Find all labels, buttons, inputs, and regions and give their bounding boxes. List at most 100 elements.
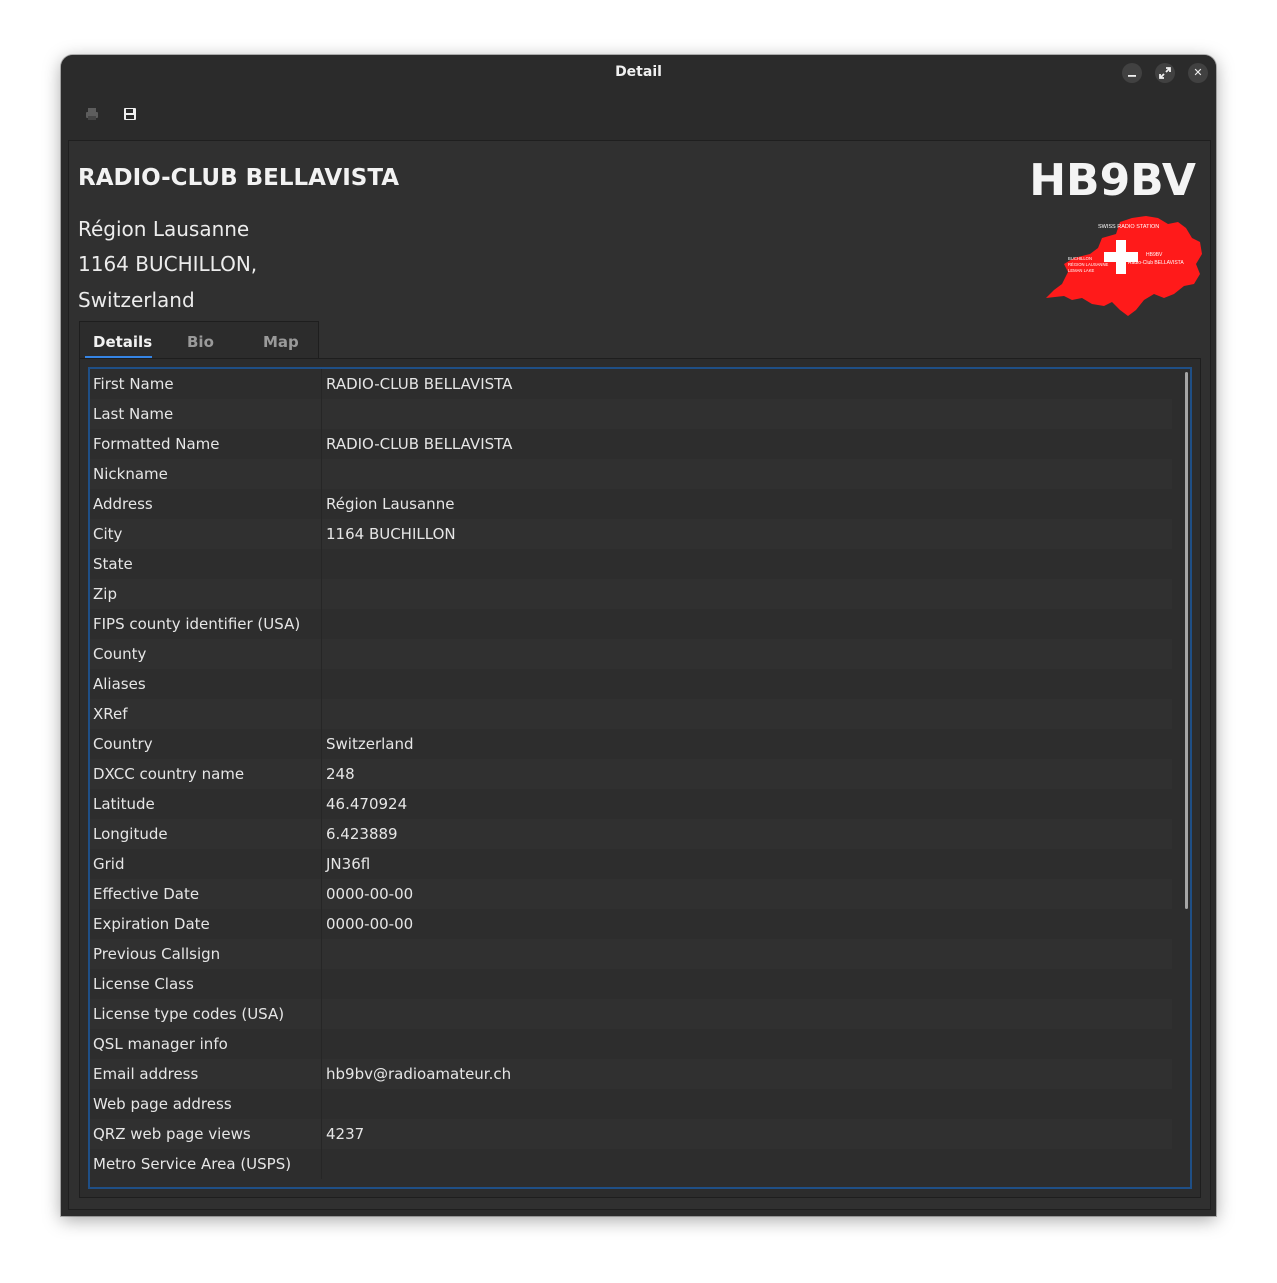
- column-divider: [321, 1059, 322, 1089]
- station-country: Switzerland: [78, 288, 195, 312]
- column-divider: [321, 459, 322, 489]
- tab-details[interactable]: Details: [93, 333, 152, 351]
- table-row[interactable]: Last Name: [90, 399, 1172, 429]
- detail-key: QRZ web page views: [93, 1125, 251, 1143]
- table-row[interactable]: Expiration Date 0000-00-00: [90, 909, 1172, 939]
- column-divider: [321, 999, 322, 1029]
- detail-key: Latitude: [93, 795, 155, 813]
- station-city: 1164 BUCHILLON,: [78, 252, 258, 276]
- column-divider: [321, 549, 322, 579]
- detail-value: 4237: [326, 1125, 365, 1143]
- table-row[interactable]: Metro Service Area (USPS): [90, 1149, 1172, 1179]
- column-divider: [321, 1029, 322, 1059]
- svg-text:RÉGION LAUSANNE: RÉGION LAUSANNE: [1068, 262, 1108, 267]
- column-divider: [321, 699, 322, 729]
- detail-key: Email address: [93, 1065, 199, 1083]
- column-divider: [321, 939, 322, 969]
- column-divider: [321, 639, 322, 669]
- table-row[interactable]: QSL manager info: [90, 1029, 1172, 1059]
- maximize-icon: [1159, 67, 1171, 79]
- scrollbar[interactable]: [1185, 372, 1188, 909]
- svg-text:Radio-Club BELLAVISTA: Radio-Club BELLAVISTA: [1128, 260, 1184, 266]
- detail-key: Address: [93, 495, 153, 513]
- svg-text:HB9BV: HB9BV: [1146, 252, 1163, 258]
- table-row[interactable]: Grid JN36fl: [90, 849, 1172, 879]
- table-row[interactable]: Zip: [90, 579, 1172, 609]
- detail-key: License Class: [93, 975, 194, 993]
- details-panel: Metro Service Area (USPS) QRZ web page vi…: [79, 358, 1201, 1198]
- detail-key: Longitude: [93, 825, 168, 843]
- station-address: Région Lausanne: [78, 217, 250, 241]
- table-row[interactable]: Longitude 6.423889: [90, 819, 1172, 849]
- details-list[interactable]: Metro Service Area (USPS) QRZ web page vi…: [88, 367, 1192, 1189]
- table-row[interactable]: Formatted Name RADIO-CLUB BELLAVISTA: [90, 429, 1172, 459]
- column-divider: [321, 519, 322, 549]
- detail-value: 248: [326, 765, 355, 783]
- detail-key: Grid: [93, 855, 125, 873]
- detail-key: Effective Date: [93, 885, 200, 903]
- table-row[interactable]: Address Région Lausanne: [90, 489, 1172, 519]
- column-divider: [321, 489, 322, 519]
- detail-key: Expiration Date: [93, 915, 210, 933]
- svg-text:BUCHILLON: BUCHILLON: [1068, 256, 1092, 261]
- table-row[interactable]: QRZ web page views 4237: [90, 1119, 1172, 1149]
- maximize-button[interactable]: [1155, 63, 1175, 83]
- station-logo-image: SWISS RADIO STATION HB9BV Radio-Club BEL…: [1046, 216, 1202, 316]
- window-title: Detail: [615, 64, 662, 80]
- table-row[interactable]: Latitude 46.470924: [90, 789, 1172, 819]
- column-divider: [321, 849, 322, 879]
- tab-map[interactable]: Map: [263, 333, 299, 351]
- title-bar[interactable]: Detail ✕: [61, 55, 1216, 91]
- tab-bar: Details Bio Map: [79, 321, 319, 359]
- detail-value: JN36fl: [326, 855, 371, 873]
- detail-key: XRef: [93, 705, 128, 723]
- table-row[interactable]: City 1164 BUCHILLON: [90, 519, 1172, 549]
- detail-value: 6.423889: [326, 825, 398, 843]
- column-divider: [321, 1149, 322, 1179]
- print-icon[interactable]: [84, 106, 100, 122]
- table-row[interactable]: FIPS county identifier (USA): [90, 609, 1172, 639]
- table-row[interactable]: XRef: [90, 699, 1172, 729]
- toolbar: [61, 91, 1216, 139]
- table-row[interactable]: Email address hb9bv@radioamateur.ch: [90, 1059, 1172, 1089]
- minimize-button[interactable]: [1122, 63, 1142, 83]
- detail-key: Aliases: [93, 675, 146, 693]
- column-divider: [321, 909, 322, 939]
- svg-text:LEMAN LAKE: LEMAN LAKE: [1068, 268, 1095, 273]
- table-row[interactable]: First Name RADIO-CLUB BELLAVISTA: [90, 369, 1172, 399]
- table-row[interactable]: County: [90, 639, 1172, 669]
- detail-value: RADIO-CLUB BELLAVISTA: [326, 435, 513, 453]
- close-icon: ✕: [1193, 66, 1203, 79]
- detail-key: Nickname: [93, 465, 168, 483]
- column-divider: [321, 399, 322, 429]
- table-row[interactable]: State: [90, 549, 1172, 579]
- detail-key: Country: [93, 735, 153, 753]
- column-divider: [321, 429, 322, 459]
- table-row[interactable]: License type codes (USA): [90, 999, 1172, 1029]
- detail-value: 1164 BUCHILLON: [326, 525, 456, 543]
- table-row[interactable]: License Class: [90, 969, 1172, 999]
- detail-value: 0000-00-00: [326, 885, 414, 903]
- table-row[interactable]: Nickname: [90, 459, 1172, 489]
- table-row[interactable]: DXCC country name 248: [90, 759, 1172, 789]
- detail-content: RADIO-CLUB BELLAVISTA Région Lausanne 11…: [68, 140, 1211, 1210]
- table-row[interactable]: Previous Callsign: [90, 939, 1172, 969]
- close-button[interactable]: ✕: [1188, 63, 1208, 83]
- column-divider: [321, 879, 322, 909]
- column-divider: [321, 369, 322, 399]
- column-divider: [321, 759, 322, 789]
- column-divider: [321, 1119, 322, 1149]
- svg-text:SWISS RADIO STATION: SWISS RADIO STATION: [1098, 224, 1159, 230]
- table-row[interactable]: Aliases: [90, 669, 1172, 699]
- column-divider: [321, 789, 322, 819]
- detail-value: hb9bv@radioamateur.ch: [326, 1065, 512, 1083]
- tab-bio[interactable]: Bio: [187, 333, 214, 351]
- detail-key: Zip: [93, 585, 117, 603]
- table-row[interactable]: Country Switzerland: [90, 729, 1172, 759]
- save-icon[interactable]: [122, 106, 138, 122]
- table-row[interactable]: Web page address: [90, 1089, 1172, 1119]
- column-divider: [321, 579, 322, 609]
- column-divider: [321, 1089, 322, 1119]
- table-row[interactable]: Effective Date 0000-00-00: [90, 879, 1172, 909]
- detail-value: Région Lausanne: [326, 495, 455, 513]
